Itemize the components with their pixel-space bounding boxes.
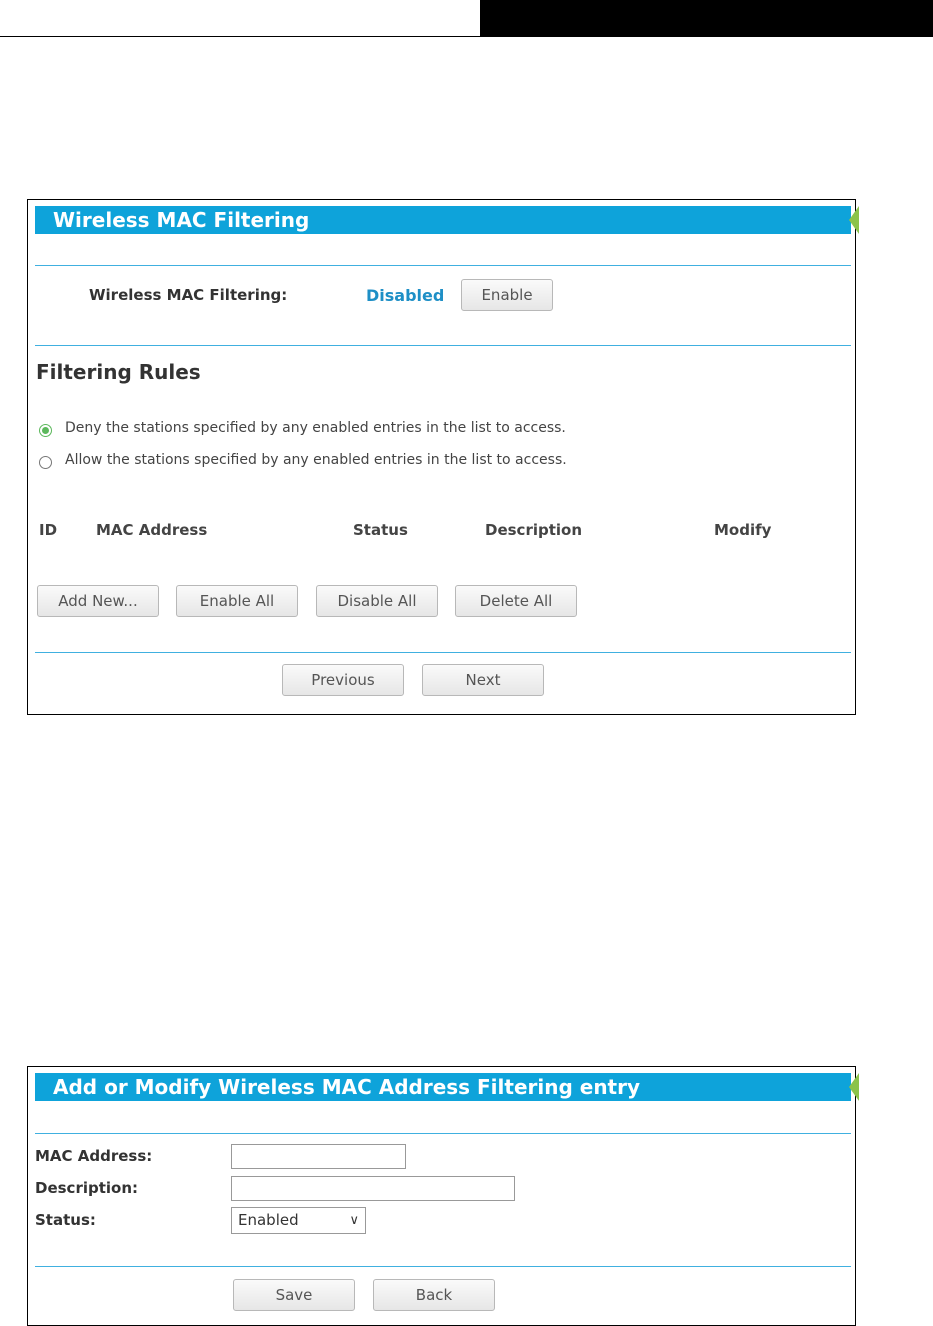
deny-radio[interactable]	[39, 424, 52, 437]
save-button[interactable]: Save	[233, 1279, 355, 1311]
status-select-value: Enabled	[238, 1211, 299, 1229]
filtering-label: Wireless MAC Filtering:	[89, 286, 288, 304]
filtering-status: Disabled	[366, 286, 445, 305]
previous-button[interactable]: Previous	[282, 664, 404, 696]
wireless-mac-filtering-panel: Wireless MAC Filtering Wireless MAC Filt…	[27, 199, 859, 715]
enable-button[interactable]: Enable	[461, 279, 553, 311]
column-header-description: Description	[485, 521, 583, 539]
title-notch-icon	[849, 1073, 859, 1101]
add-modify-entry-panel: Add or Modify Wireless MAC Address Filte…	[27, 1066, 859, 1326]
chevron-down-icon: ∨	[349, 1213, 359, 1228]
divider	[35, 1133, 851, 1134]
status-select[interactable]: Enabled ∨	[231, 1207, 366, 1234]
divider	[35, 265, 851, 266]
deny-rule-label: Deny the stations specified by any enabl…	[65, 420, 566, 436]
column-header-status: Status	[353, 521, 408, 539]
description-input[interactable]	[231, 1176, 515, 1201]
header-black-bar	[480, 0, 933, 37]
back-button[interactable]: Back	[373, 1279, 495, 1311]
next-button[interactable]: Next	[422, 664, 544, 696]
status-label: Status:	[35, 1211, 96, 1229]
description-label: Description:	[35, 1179, 139, 1197]
add-new-button[interactable]: Add New...	[37, 585, 159, 617]
allow-rule-label: Allow the stations specified by any enab…	[65, 452, 567, 468]
allow-radio[interactable]	[39, 456, 52, 469]
delete-all-button[interactable]: Delete All	[455, 585, 577, 617]
disable-all-button[interactable]: Disable All	[316, 585, 438, 617]
divider	[35, 652, 851, 653]
column-header-modify: Modify	[714, 521, 772, 539]
divider	[35, 1266, 851, 1267]
enable-all-button[interactable]: Enable All	[176, 585, 298, 617]
header-rule	[0, 36, 480, 37]
divider	[35, 345, 851, 346]
filtering-rules-title: Filtering Rules	[36, 360, 201, 384]
title-notch-icon	[849, 206, 859, 234]
column-header-mac: MAC Address	[96, 521, 208, 539]
mac-address-label: MAC Address:	[35, 1147, 153, 1165]
column-header-id: ID	[39, 521, 58, 539]
panel-title: Add or Modify Wireless MAC Address Filte…	[35, 1073, 851, 1101]
panel-title: Wireless MAC Filtering	[35, 206, 851, 234]
mac-address-input[interactable]	[231, 1144, 406, 1169]
